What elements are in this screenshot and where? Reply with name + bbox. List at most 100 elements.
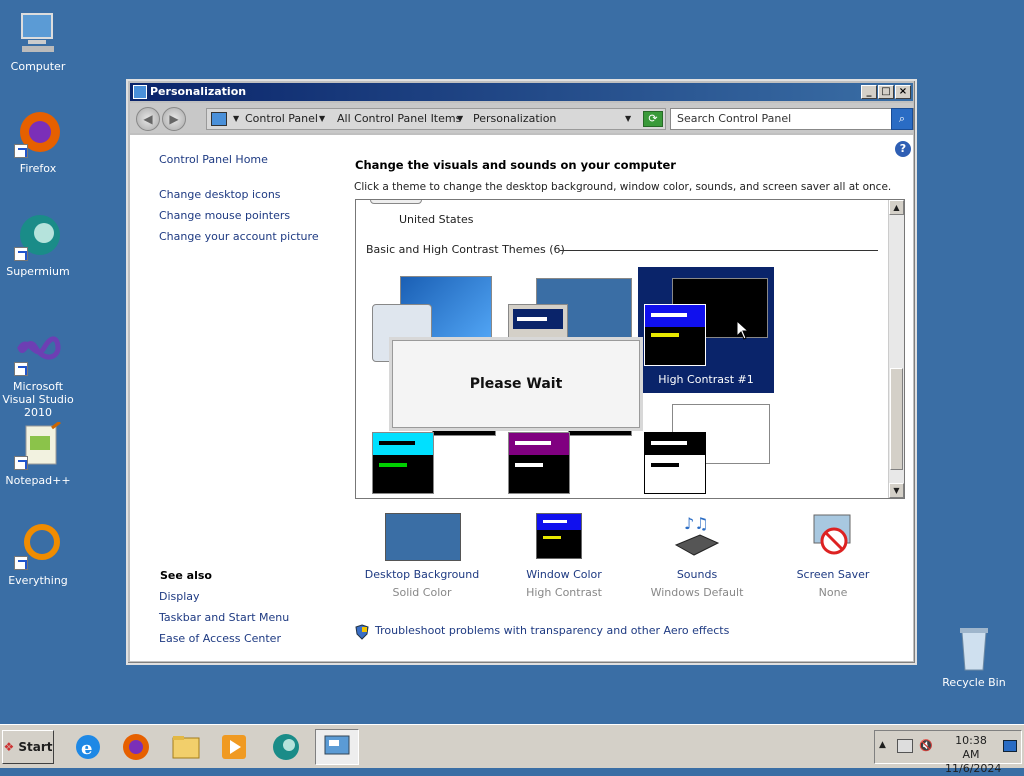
shortcut-arrow-icon xyxy=(14,456,28,470)
personalization-window: Personalization _ □ × ◀ ▶ ▼ Control Pane… xyxy=(126,79,917,665)
help-icon[interactable]: ? xyxy=(895,141,911,157)
theme-list-scrollbar[interactable]: ▲ ▼ xyxy=(888,200,904,498)
partial-theme-tile[interactable] xyxy=(370,200,422,204)
sounds-value: Windows Default xyxy=(650,586,744,599)
sounds-icon: ♪♫ xyxy=(674,513,720,559)
desktop-icon-label: Recycle Bin xyxy=(942,676,1006,689)
scroll-down-button[interactable]: ▼ xyxy=(889,483,904,498)
screen-saver-label: Screen Saver xyxy=(796,568,870,581)
search-input[interactable]: Search Control Panel ⌕ xyxy=(670,108,914,130)
screen-saver-icon xyxy=(810,513,856,559)
theme-window-preview xyxy=(508,432,570,494)
screen-saver-value: None xyxy=(818,586,848,599)
back-button[interactable]: ◀ xyxy=(136,107,160,131)
supermium-icon xyxy=(273,734,299,760)
taskbar-explorer[interactable] xyxy=(166,729,206,765)
taskbar: ❖ Start e ▲ 🔇 10:38 AM 11/6/2024 xyxy=(0,724,1024,775)
page-title: Change the visuals and sounds on your co… xyxy=(355,158,676,172)
personalization-icon xyxy=(324,735,350,755)
svg-text:e: e xyxy=(81,738,92,759)
chevron-down-icon[interactable]: ▼ xyxy=(457,109,463,129)
desktop-icon-recycle-bin[interactable]: Recycle Bin xyxy=(936,624,1012,689)
theme-window-preview xyxy=(644,304,706,366)
desktop-icon-firefox[interactable]: Firefox xyxy=(0,110,76,175)
start-label: Start xyxy=(18,740,53,754)
change-mouse-pointers-link[interactable]: Change mouse pointers xyxy=(159,209,290,222)
content-area: ? Control Panel Home Change desktop icon… xyxy=(130,135,913,661)
refresh-icon[interactable]: ⟳ xyxy=(643,111,663,127)
ease-of-access-link[interactable]: Ease of Access Center xyxy=(159,632,281,645)
desktop-icon-label: Everything xyxy=(8,574,68,587)
theme-label-united-states: United States xyxy=(399,213,474,226)
theme-list: United States Basic and High Contrast Th… xyxy=(355,199,905,499)
troubleshoot-aero-link[interactable]: Troubleshoot problems with transparency … xyxy=(375,624,729,637)
forward-button[interactable]: ▶ xyxy=(162,107,186,131)
shield-icon xyxy=(355,624,369,640)
system-tray: ▲ 🔇 10:38 AM 11/6/2024 xyxy=(874,730,1022,775)
control-panel-home-link[interactable]: Control Panel Home xyxy=(159,153,268,166)
chevron-down-icon[interactable]: ▼ xyxy=(319,109,325,129)
desktop-icon-label: Notepad++ xyxy=(5,474,71,487)
history-dropdown-icon[interactable]: ▼ xyxy=(625,109,631,129)
personalization-icon xyxy=(133,85,147,99)
chevron-down-icon[interactable]: ▼ xyxy=(233,109,239,129)
window-color-icon xyxy=(536,513,582,559)
taskbar-supermium[interactable] xyxy=(266,729,306,765)
firefox-icon xyxy=(14,110,62,158)
window-color-value: High Contrast xyxy=(526,586,602,599)
desktop-icon-supermium[interactable]: Supermium xyxy=(0,213,76,278)
scroll-thumb[interactable] xyxy=(890,368,903,470)
clock[interactable]: 10:38 AM 11/6/2024 xyxy=(945,734,1002,776)
maximize-button[interactable]: □ xyxy=(878,85,894,99)
change-account-picture-link[interactable]: Change your account picture xyxy=(159,230,319,243)
desktop-icon-label: Microsoft Visual Studio 2010 xyxy=(2,380,74,419)
desktop-background-value: Solid Color xyxy=(392,586,452,599)
windows-logo-icon: ❖ xyxy=(3,740,15,754)
desktop-icon-visual-studio[interactable]: Microsoft Visual Studio 2010 xyxy=(0,328,76,419)
volume-muted-icon[interactable]: 🔇 xyxy=(919,739,935,753)
breadcrumb-item-control-panel[interactable]: Control Panel xyxy=(245,109,318,129)
theme-high-contrast-1[interactable]: High Contrast #1 xyxy=(638,267,774,393)
clock-date: 11/6/2024 xyxy=(945,762,1002,775)
breadcrumb[interactable]: ▼ Control Panel ▼ All Control Panel Item… xyxy=(206,108,666,130)
theme-high-contrast-white[interactable] xyxy=(642,400,770,496)
taskbar-personalization[interactable] xyxy=(315,729,359,765)
internet-explorer-icon: e xyxy=(76,735,100,759)
taskbar-firefox[interactable] xyxy=(116,729,156,765)
theme-window-preview xyxy=(372,432,434,494)
show-desktop-icon[interactable] xyxy=(1003,740,1017,752)
taskbar-media-player[interactable] xyxy=(214,729,254,765)
clock-time: 10:38 AM xyxy=(955,734,987,761)
search-icon[interactable]: ⌕ xyxy=(891,108,913,130)
group-divider xyxy=(560,250,878,251)
computer-icon xyxy=(14,8,62,56)
desktop-icon-everything[interactable]: Everything xyxy=(0,522,76,587)
control-panel-icon xyxy=(211,112,227,126)
svg-text:♪♫: ♪♫ xyxy=(684,514,709,533)
see-also-heading: See also xyxy=(160,569,212,582)
media-player-icon xyxy=(222,735,246,759)
desktop-icon-notepadpp[interactable]: Notepad++ xyxy=(0,420,76,487)
scroll-up-button[interactable]: ▲ xyxy=(889,200,904,215)
breadcrumb-item-all-items[interactable]: All Control Panel Items xyxy=(337,109,461,129)
show-hidden-icons-icon[interactable]: ▲ xyxy=(879,740,886,750)
desktop-icon-label: Computer xyxy=(10,60,66,73)
desktop-icon-label: Firefox xyxy=(19,162,57,175)
close-button[interactable]: × xyxy=(895,85,911,99)
title-bar[interactable]: Personalization _ □ × xyxy=(130,83,913,101)
window-title: Personalization xyxy=(150,85,247,98)
display-link[interactable]: Display xyxy=(159,590,200,603)
screen-saver-setting[interactable]: Screen Saver None xyxy=(797,513,926,603)
desktop-icon-computer[interactable]: Computer xyxy=(0,8,76,73)
start-button[interactable]: ❖ Start xyxy=(2,730,54,764)
shortcut-arrow-icon xyxy=(14,556,28,570)
network-icon[interactable] xyxy=(897,739,913,753)
minimize-button[interactable]: _ xyxy=(861,85,877,99)
taskbar-start-menu-link[interactable]: Taskbar and Start Menu xyxy=(159,611,289,624)
taskbar-internet-explorer[interactable]: e xyxy=(68,729,108,765)
folder-icon xyxy=(172,736,200,759)
change-desktop-icons-link[interactable]: Change desktop icons xyxy=(159,188,281,201)
mouse-cursor-icon xyxy=(736,320,748,340)
breadcrumb-item-personalization[interactable]: Personalization xyxy=(473,109,556,129)
theme-window-preview xyxy=(644,432,706,494)
